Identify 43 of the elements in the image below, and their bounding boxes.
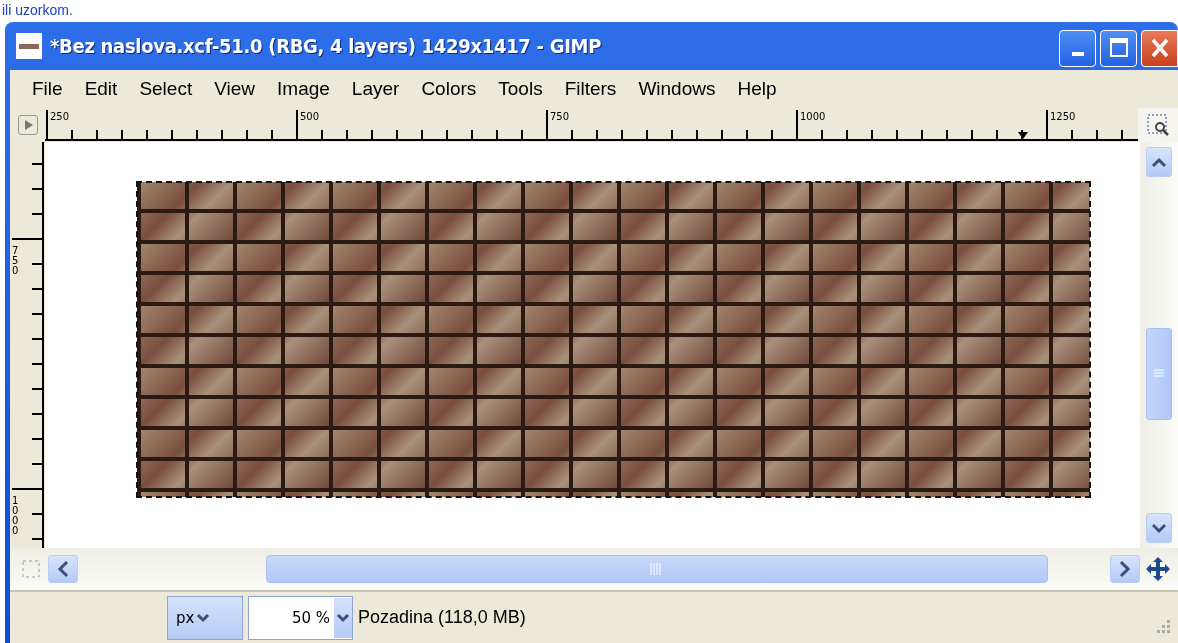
scroll-left-button[interactable] xyxy=(48,555,78,583)
chevron-down-icon xyxy=(1150,522,1168,534)
minimize-icon xyxy=(1071,52,1084,56)
scroll-up-button[interactable] xyxy=(1146,147,1172,177)
zoom-icon[interactable] xyxy=(1147,114,1169,136)
ruler-label: 1000 xyxy=(12,494,20,536)
menu-item[interactable]: Colors xyxy=(411,78,489,100)
menu-item[interactable]: Layer xyxy=(341,78,412,100)
chevron-down-icon xyxy=(336,612,350,623)
layer-info-text: Pozadina (118,0 MB) xyxy=(358,607,526,628)
window-menu-icon[interactable] xyxy=(16,33,42,59)
chevron-right-icon xyxy=(1118,559,1132,579)
vertical-scrollbar-thumb[interactable] xyxy=(1146,328,1172,420)
menu-item[interactable]: Edit xyxy=(74,78,130,100)
unit-dropdown[interactable]: px xyxy=(167,595,243,640)
menu-item[interactable]: Filters xyxy=(554,78,629,100)
horizontal-scrollbar-thumb[interactable] xyxy=(266,555,1048,583)
window-title: *Bez naslova.xcf-51.0 (RBG, 4 layers) 1429x1417 - GIMP xyxy=(50,34,603,58)
menu-item[interactable]: Select xyxy=(129,78,205,100)
ruler-label: 500 xyxy=(300,111,320,122)
chevron-down-icon xyxy=(196,612,211,623)
close-button[interactable] xyxy=(1141,29,1178,67)
zoom-combo-box[interactable]: 50 % xyxy=(248,595,353,640)
menu-arrow-button[interactable] xyxy=(17,115,38,135)
ruler-label: 1250 xyxy=(1050,111,1076,122)
maximize-button[interactable] xyxy=(1100,29,1137,67)
chevron-up-icon xyxy=(1150,156,1168,168)
ruler-label: 750 xyxy=(12,244,20,276)
ruler-label: 250 xyxy=(50,111,70,122)
minimize-button[interactable] xyxy=(1059,29,1096,67)
ruler-label: 1000 xyxy=(800,111,826,122)
caption-text: ili uzorkom. xyxy=(2,2,73,18)
move-arrows-icon[interactable] xyxy=(1144,555,1172,583)
menu-item[interactable]: Windows xyxy=(628,78,728,100)
scroll-down-button[interactable] xyxy=(1146,513,1172,543)
chevron-left-icon xyxy=(56,559,70,579)
menu-item[interactable]: Help xyxy=(727,78,789,100)
scroll-right-button[interactable] xyxy=(1110,555,1140,583)
menu-item[interactable]: View xyxy=(204,78,268,100)
menu-item[interactable]: File xyxy=(22,78,75,100)
ruler-label: 750 xyxy=(550,111,570,122)
menu-item[interactable]: Image xyxy=(267,78,342,100)
menu-item[interactable]: Tools xyxy=(488,78,555,100)
